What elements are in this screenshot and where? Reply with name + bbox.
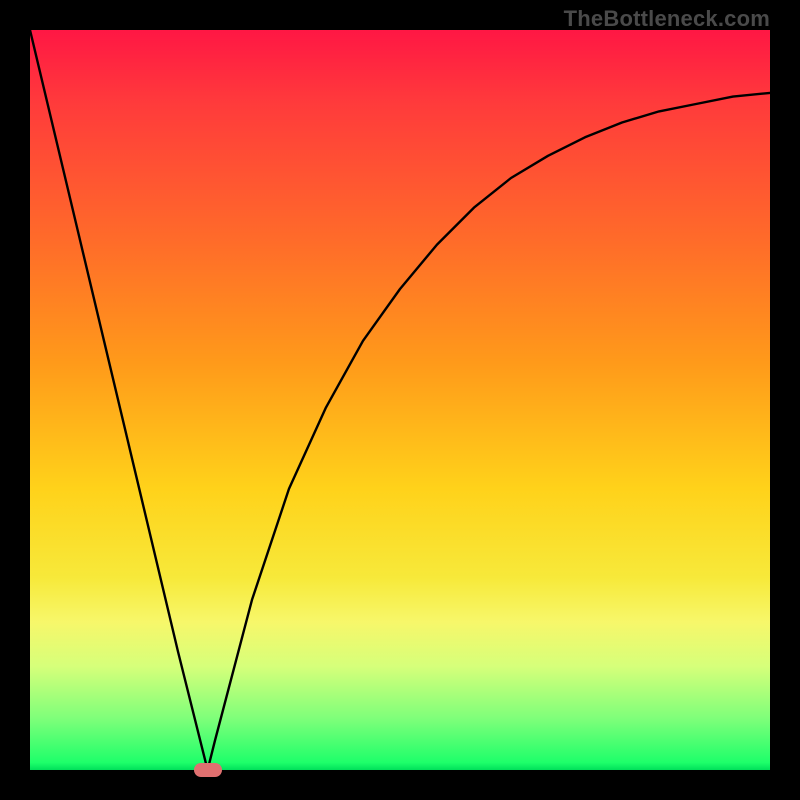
watermark-text: TheBottleneck.com xyxy=(564,6,770,32)
curve-path xyxy=(30,30,770,770)
chart-stage: TheBottleneck.com xyxy=(0,0,800,800)
bottleneck-marker xyxy=(194,763,222,777)
plot-area xyxy=(30,30,770,770)
bottleneck-curve xyxy=(30,30,770,770)
